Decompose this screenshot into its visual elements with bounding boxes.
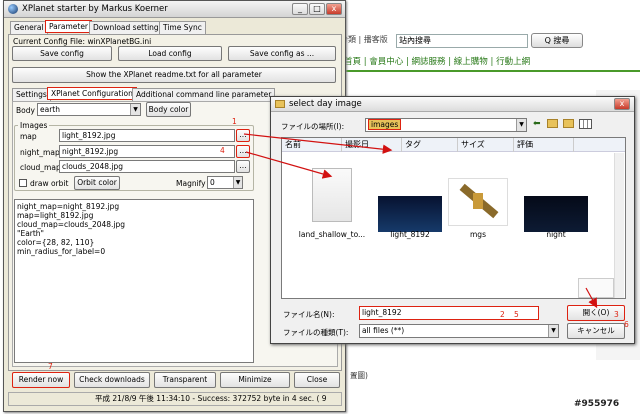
annotation-mark-3: 3 — [614, 310, 619, 319]
annotation-mark-2: 2 — [500, 310, 505, 319]
annotation-mark-5: 5 — [514, 310, 519, 319]
arrow-map-to-dialog — [243, 133, 393, 154]
arrow-to-open — [585, 287, 598, 309]
annotation-mark-6: 6 — [624, 320, 629, 329]
annotation-arrows — [243, 133, 598, 309]
annotation-mark-7: 7 — [48, 362, 53, 371]
arrow-nightmap-to-dialog — [245, 151, 333, 179]
annotation-mark-4: 4 — [220, 146, 225, 155]
annotation-mark-1: 1 — [232, 117, 237, 126]
